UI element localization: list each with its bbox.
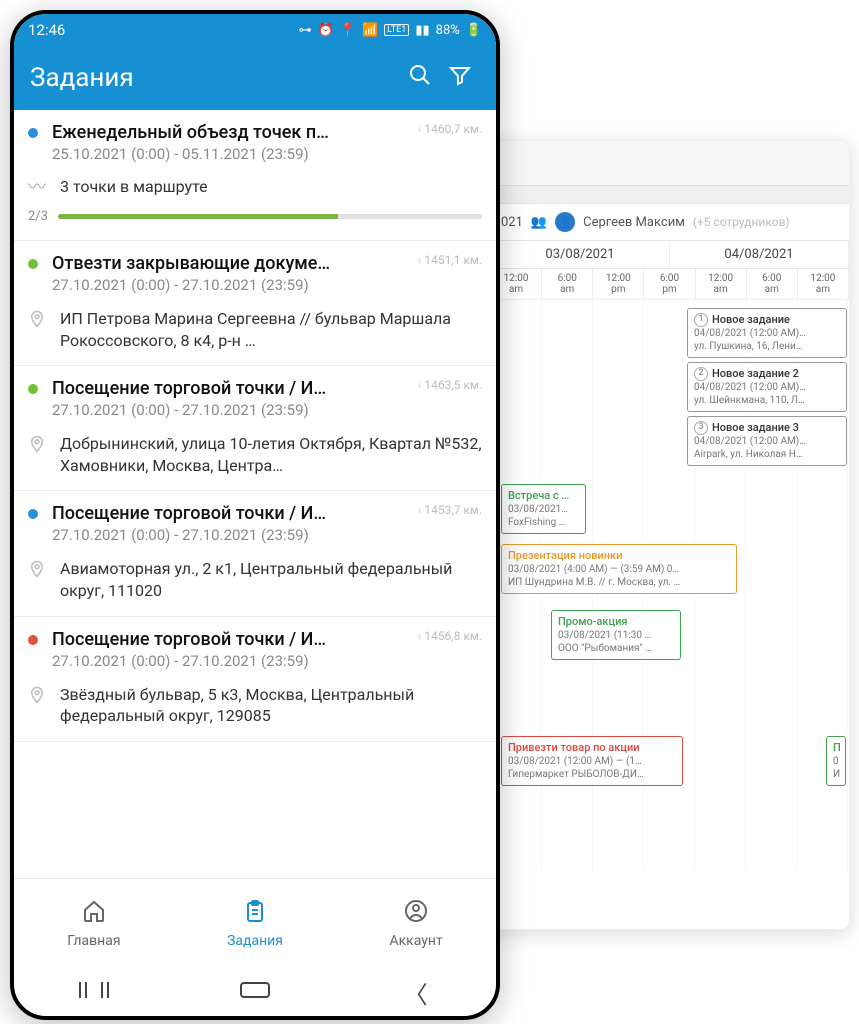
avatar[interactable]: 👤 — [555, 212, 575, 232]
hour-label: 6:00am — [542, 269, 593, 299]
calendar-card[interactable]: ⠿1Новое задание04/08/2021 (12:00 AM)…ул.… — [687, 308, 847, 358]
hour-label: 12:00am — [696, 269, 747, 299]
filter-icon[interactable] — [440, 63, 480, 93]
nav-account-label: Аккаунт — [389, 933, 442, 949]
task-dates: 27.10.2021 (0:00) - 27.10.2021 (23:59) — [52, 401, 404, 419]
app-header: Задания — [14, 46, 496, 110]
task-item[interactable]: Посещение торговой точки / И… 27.10.2021 … — [14, 366, 496, 491]
date-col[interactable]: 04/08/2021 — [670, 241, 849, 268]
status-dot — [28, 128, 38, 138]
hour-label: 6:00pm — [644, 269, 695, 299]
page-title: Задания — [30, 63, 400, 93]
task-title: Отвезти закрывающие докуме… — [52, 253, 404, 274]
calendar-body[interactable]: ⠿1Новое задание04/08/2021 (12:00 AM)…ул.… — [491, 300, 849, 870]
task-list[interactable]: Еженедельный объезд точек п… 25.10.2021 (… — [14, 110, 496, 878]
pin-icon — [28, 435, 46, 453]
home-icon — [67, 899, 120, 929]
nav-tasks[interactable]: Задания — [227, 899, 283, 949]
calendar-card[interactable]: Встреча с …03/08/2021…FoxFishing … — [501, 484, 586, 534]
status-dot — [28, 259, 38, 269]
route-info: 3 точки в маршруте — [60, 177, 208, 196]
task-distance: 1456,8 км. — [418, 629, 482, 643]
calendar-card[interactable]: Презентация новинки03/08/2021 (4:00 AM) … — [501, 544, 737, 594]
task-item[interactable]: Посещение торговой точки / И… 27.10.2021 … — [14, 617, 496, 742]
nav-home[interactable]: Главная — [67, 899, 120, 949]
calendar-card[interactable]: Промо-акция03/08/2021 (11:30 …ООО "Рыбом… — [551, 610, 681, 660]
task-item[interactable]: Отвезти закрывающие докуме… 27.10.2021 (0… — [14, 241, 496, 366]
task-location: Звёздный бульвар, 5 к3, Москва, Централь… — [60, 684, 482, 727]
nav-account[interactable]: Аккаунт — [389, 899, 442, 949]
wifi-icon: 📶 — [362, 23, 378, 38]
task-distance: 1463,5 км. — [418, 378, 482, 392]
clock: 12:46 — [28, 21, 299, 39]
task-item[interactable]: Еженедельный объезд точек п… 25.10.2021 (… — [14, 110, 496, 241]
task-dates: 25.10.2021 (0:00) - 05.11.2021 (23:59) — [52, 145, 404, 163]
date-col[interactable]: 03/08/2021 — [491, 241, 670, 268]
progress-label: 2/3 — [28, 209, 48, 224]
task-distance: 1453,7 км. — [418, 503, 482, 517]
status-icons: ⊶ ⏰ 📍 📶 LTE1 ▮▮ 88% 🔋 — [299, 23, 482, 38]
home-button[interactable] — [240, 982, 270, 1003]
task-location: ИП Петрова Марина Сергеевна // бульвар М… — [60, 308, 482, 351]
task-location: Авиамоторная ул., 2 к1, Центральный феде… — [60, 558, 482, 601]
window-titlebar — [491, 141, 849, 186]
year-fragment: 021 — [501, 215, 523, 230]
bottom-nav: Главная Задания Аккаунт — [14, 878, 496, 968]
back-button[interactable]: 〈 — [401, 975, 431, 1010]
key-icon: ⊶ — [299, 23, 312, 38]
task-distance: 1451,1 км. — [418, 253, 482, 267]
pin-icon — [28, 560, 46, 578]
task-dates: 27.10.2021 (0:00) - 27.10.2021 (23:59) — [52, 276, 404, 294]
system-nav: 〈 — [14, 968, 496, 1016]
date-bar: 03/08/2021 04/08/2021 — [491, 240, 849, 269]
status-dot — [28, 509, 38, 519]
hours-bar: 12:00am6:00am12:00pm6:00pm12:00am6:00am1… — [491, 269, 849, 300]
hour-label: 12:00am — [798, 269, 849, 299]
location-icon: 📍 — [340, 23, 356, 38]
status-dot — [28, 384, 38, 394]
progress-bar — [58, 214, 482, 219]
search-icon[interactable] — [400, 63, 440, 93]
phone-frame: 12:46 ⊶ ⏰ 📍 📶 LTE1 ▮▮ 88% 🔋 Задания Ежен… — [10, 10, 500, 1020]
task-title: Посещение торговой точки / И… — [52, 503, 404, 524]
alarm-icon: ⏰ — [318, 23, 334, 38]
task-distance: 1460,7 км. — [418, 122, 482, 136]
user-name: Сергеев Максим — [583, 215, 685, 230]
window-tabbar — [491, 186, 849, 204]
status-bar: 12:46 ⊶ ⏰ 📍 📶 LTE1 ▮▮ 88% 🔋 — [14, 14, 496, 46]
signal-icon: ▮▮ — [415, 23, 429, 38]
pin-icon — [28, 310, 46, 328]
task-dates: 27.10.2021 (0:00) - 27.10.2021 (23:59) — [52, 526, 404, 544]
task-item[interactable]: Посещение торговой точки / И… 27.10.2021 … — [14, 491, 496, 616]
nav-home-label: Главная — [67, 933, 120, 949]
status-dot — [28, 635, 38, 645]
task-dates: 27.10.2021 (0:00) - 27.10.2021 (23:59) — [52, 652, 404, 670]
calendar-card[interactable]: Привезти товар по акции03/08/2021 (12:00… — [501, 736, 683, 786]
hour-label: 12:00pm — [593, 269, 644, 299]
calendar-card[interactable]: П0И — [826, 736, 846, 786]
account-icon — [389, 899, 442, 929]
pin-icon — [28, 686, 46, 704]
group-icon[interactable]: 👥 — [531, 215, 547, 230]
volte-icon: LTE1 — [384, 24, 409, 36]
recent-apps-button[interactable] — [79, 982, 109, 1003]
battery-icon: 🔋 — [466, 23, 482, 38]
task-location: Добрынинский, улица 10-летия Октября, Кв… — [60, 433, 482, 476]
task-title: Посещение торговой точки / И… — [52, 629, 404, 650]
calendar-header: 021 👥 👤 Сергеев Максим (+5 сотрудников) — [491, 204, 849, 240]
route-icon: 〰 — [28, 173, 46, 199]
user-extra: (+5 сотрудников) — [693, 215, 790, 229]
task-title: Посещение торговой точки / И… — [52, 378, 404, 399]
task-title: Еженедельный объезд точек п… — [52, 122, 404, 143]
nav-tasks-label: Задания — [227, 933, 283, 949]
battery-text: 88% — [436, 23, 460, 38]
calendar-card[interactable]: ⠿2Новое задание 204/08/2021 (12:00 AM)…у… — [687, 362, 847, 412]
calendar-card[interactable]: ⠿3Новое задание 304/08/2021 (12:00 AM)…A… — [687, 416, 847, 466]
clipboard-icon — [227, 899, 283, 929]
calendar-window: 021 👥 👤 Сергеев Максим (+5 сотрудников) … — [490, 140, 850, 930]
hour-label: 6:00am — [747, 269, 798, 299]
